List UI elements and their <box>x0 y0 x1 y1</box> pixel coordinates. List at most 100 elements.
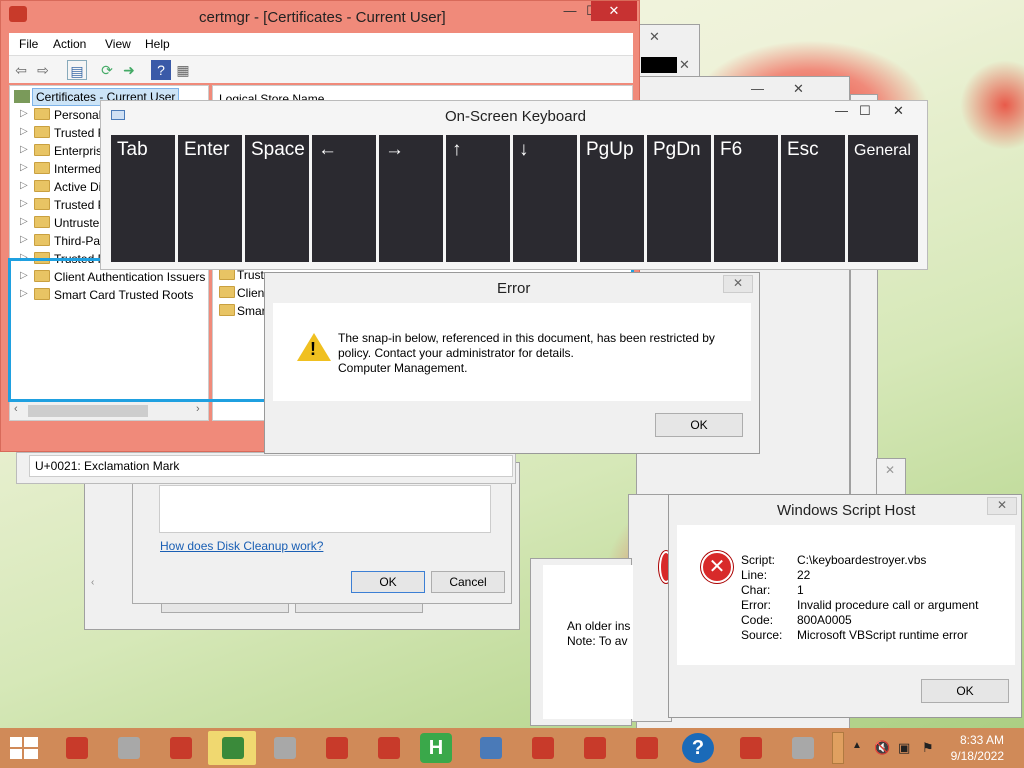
expand-icon: ▷ <box>20 216 28 227</box>
key-left-arrow[interactable]: ← <box>312 135 376 262</box>
key-right-arrow[interactable]: → <box>379 135 443 262</box>
taskbar-toolbox-icon[interactable] <box>518 731 566 765</box>
folder-icon <box>34 162 50 174</box>
key-esc[interactable]: Esc <box>781 135 845 262</box>
error-message-line3: Computer Management. <box>338 361 468 375</box>
folder-icon <box>34 234 50 246</box>
cancel-button[interactable]: Cancel <box>431 571 505 593</box>
key-general[interactable]: General <box>848 135 918 262</box>
scroll-right-icon[interactable]: › <box>196 403 200 415</box>
on-screen-keyboard: On-Screen Keyboard — ☐ ✕ Tab Enter Space… <box>100 100 928 270</box>
help-icon[interactable]: ? <box>151 60 171 80</box>
tree-scrollbar[interactable]: ‹ › <box>10 402 208 420</box>
taskbar-cash-register-icon[interactable] <box>208 731 256 765</box>
expand-icon: ▷ <box>20 126 28 137</box>
properties-icon[interactable]: ▦ <box>173 60 193 80</box>
menu-file[interactable]: File <box>19 37 38 51</box>
key-page-down[interactable]: PgDn <box>647 135 711 262</box>
folder-icon <box>34 198 50 210</box>
close-icon[interactable]: ✕ <box>793 81 804 97</box>
background-window: ✕ <box>876 458 906 498</box>
taskbar-keyboard-icon[interactable] <box>466 731 514 765</box>
key-tab[interactable]: Tab <box>111 135 175 262</box>
key-up-arrow[interactable]: ↑ <box>446 135 510 262</box>
taskbar-help-icon[interactable]: ? <box>674 731 722 765</box>
background-window: ✕ ✕ <box>636 24 700 80</box>
value-script: C:\keyboardestroyer.vbs <box>797 553 927 567</box>
menu-action[interactable]: Action <box>53 37 86 51</box>
taskbar-printer-icon[interactable] <box>778 731 826 765</box>
ok-button[interactable]: OK <box>655 413 743 437</box>
error-message-line2: policy. Contact your administrator for d… <box>338 346 574 360</box>
close-icon[interactable]: ✕ <box>723 275 753 293</box>
error-dialog: Error ✕ ! The snap-in below, referenced … <box>264 272 760 454</box>
clock-time[interactable]: 8:33 AM <box>958 733 1004 747</box>
older-dialog-line1: An older ins <box>567 619 631 633</box>
key-page-up[interactable]: PgUp <box>580 135 644 262</box>
expand-icon: ▷ <box>20 234 28 245</box>
back-icon[interactable]: ⇦ <box>11 60 31 80</box>
taskbar-toolbox-icon[interactable] <box>52 731 100 765</box>
value-source: Microsoft VBScript runtime error <box>797 628 968 642</box>
older-dialog-line2: Note: To av <box>567 634 628 648</box>
background-window <box>628 494 673 722</box>
show-tree-icon[interactable]: ▤ <box>67 60 87 80</box>
taskbar-toolbox-icon[interactable] <box>156 731 204 765</box>
action-center-icon[interactable]: ⚑ <box>922 740 934 756</box>
ok-button[interactable]: OK <box>351 571 425 593</box>
scroll-left-icon[interactable]: ‹ <box>14 403 18 415</box>
close-icon[interactable]: ✕ <box>679 57 690 73</box>
key-enter[interactable]: Enter <box>178 135 242 262</box>
taskbar-printer-icon[interactable] <box>260 731 308 765</box>
menu-help[interactable]: Help <box>145 37 170 51</box>
taskbar-toolbox-icon[interactable] <box>364 731 412 765</box>
taskbar-printer-icon[interactable] <box>104 731 152 765</box>
expand-icon: ▷ <box>20 162 28 173</box>
minimize-icon[interactable]: — <box>835 103 848 118</box>
ok-button[interactable]: OK <box>921 679 1009 703</box>
forward-icon[interactable]: ⇨ <box>33 60 53 80</box>
description-box <box>159 485 491 533</box>
scroll-left-icon[interactable]: ‹ <box>91 577 94 588</box>
close-icon[interactable]: ✕ <box>885 463 895 477</box>
menu-bar: File Action View Help <box>9 33 633 55</box>
label-error: Error: <box>741 598 771 612</box>
maximize-icon[interactable]: ☐ <box>859 103 871 119</box>
minimize-icon[interactable]: — <box>751 81 764 96</box>
value-char: 1 <box>797 583 804 597</box>
folder-icon <box>34 144 50 156</box>
value-error: Invalid procedure call or argument <box>797 598 979 612</box>
disk-cleanup-help-link[interactable]: How does Disk Cleanup work? <box>160 539 323 553</box>
taskbar-grip[interactable] <box>832 732 844 764</box>
key-f6[interactable]: F6 <box>714 135 778 262</box>
certificate-icon <box>14 90 30 103</box>
folder-icon <box>34 108 50 120</box>
wallpaper-flower <box>960 60 1024 150</box>
expand-icon: ▷ <box>20 180 28 191</box>
refresh-icon[interactable]: ⟳ <box>97 60 117 80</box>
export-icon[interactable]: ➜ <box>119 60 139 80</box>
character-map-window: U+0021: Exclamation Mark <box>16 452 516 484</box>
show-hidden-icons-icon[interactable]: ▲ <box>852 740 862 751</box>
taskbar-toolbox-icon[interactable] <box>622 731 670 765</box>
close-icon[interactable]: ✕ <box>987 497 1017 515</box>
key-space[interactable]: Space <box>245 135 309 262</box>
key-down-arrow[interactable]: ↓ <box>513 135 577 262</box>
value-line: 22 <box>797 568 811 582</box>
taskbar-toolbox-icon[interactable] <box>570 731 618 765</box>
taskbar-toolbox-icon[interactable] <box>726 731 774 765</box>
network-icon[interactable]: ▣ <box>898 740 910 756</box>
close-icon[interactable]: ✕ <box>893 103 904 119</box>
volume-muted-icon[interactable]: 🔇 <box>874 740 890 756</box>
menu-view[interactable]: View <box>105 37 131 51</box>
taskbar-h-app-icon[interactable]: H <box>414 731 462 765</box>
folder-icon <box>34 180 50 192</box>
certmgr-app-icon <box>9 6 27 22</box>
windows-script-host-dialog: Windows Script Host ✕ ✕ Script: Line: Ch… <box>668 494 1022 718</box>
taskbar-toolbox-icon[interactable] <box>312 731 360 765</box>
start-icon[interactable] <box>10 737 38 761</box>
scroll-thumb[interactable] <box>28 405 148 417</box>
clock-date[interactable]: 9/18/2022 <box>948 749 1004 763</box>
close-icon[interactable]: ✕ <box>649 29 660 45</box>
close-icon[interactable]: ✕ <box>591 1 637 21</box>
